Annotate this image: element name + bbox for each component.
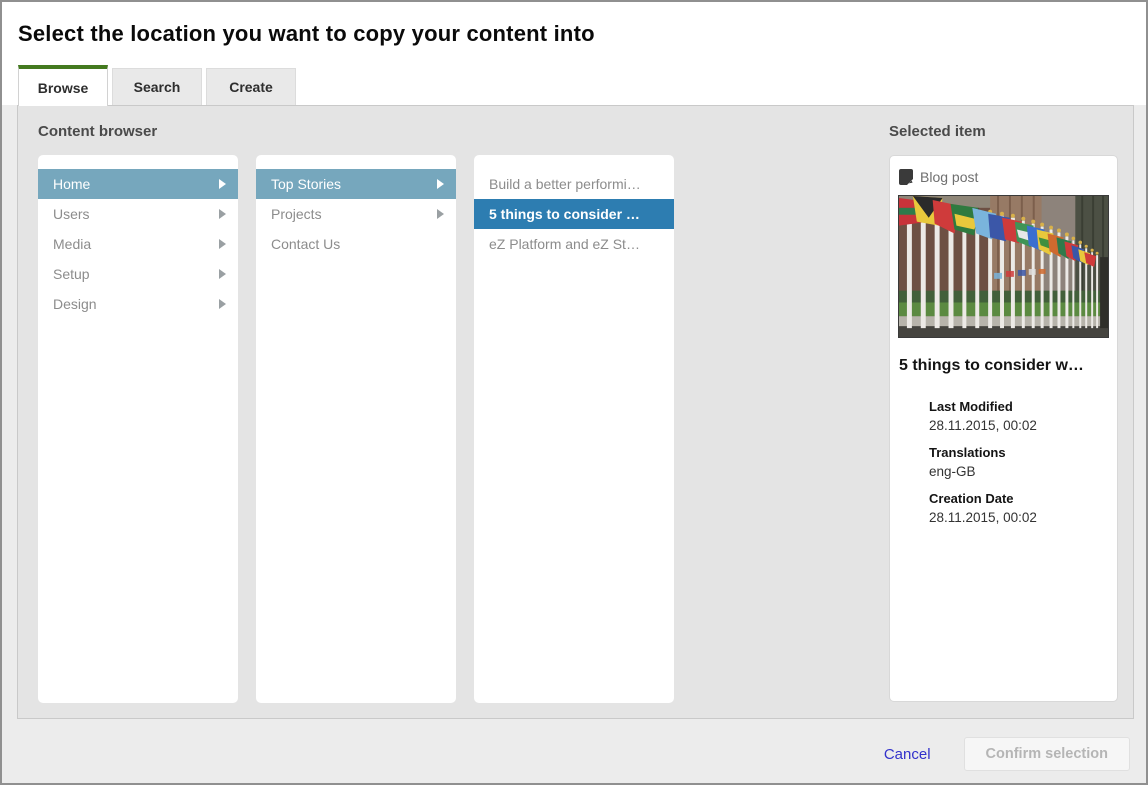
content-browser-heading: Content browser bbox=[38, 123, 157, 140]
field-value: eng-GB bbox=[929, 464, 1117, 479]
chevron-right-icon bbox=[219, 179, 226, 189]
field-value: 28.11.2015, 00:02 bbox=[929, 510, 1117, 525]
browser-column-2: Top StoriesProjectsContact Us bbox=[256, 155, 456, 703]
list-item-label: Design bbox=[53, 289, 219, 319]
page-title: Select the location you want to copy you… bbox=[18, 21, 595, 47]
preview-image-flags bbox=[898, 195, 1109, 338]
chevron-right-icon bbox=[437, 209, 444, 219]
list-item-label: Media bbox=[53, 229, 219, 259]
list-item[interactable]: Users bbox=[38, 199, 238, 229]
selected-item-heading: Selected item bbox=[889, 123, 986, 140]
content-browser-panel: Content browser HomeUsersMediaSetupDesig… bbox=[17, 105, 1134, 719]
field-label: Last Modified bbox=[929, 399, 1117, 414]
list-item[interactable]: Projects bbox=[256, 199, 456, 229]
list-item-label: Home bbox=[53, 169, 219, 199]
chevron-right-icon bbox=[219, 269, 226, 279]
list-item-label: Setup bbox=[53, 259, 219, 289]
list-item-label: Contact Us bbox=[271, 229, 444, 259]
list-item[interactable]: Contact Us bbox=[256, 229, 456, 259]
browser-columns: HomeUsersMediaSetupDesignTop StoriesProj… bbox=[38, 155, 692, 703]
list-item[interactable]: Setup bbox=[38, 259, 238, 289]
list-item[interactable]: Home bbox=[38, 169, 238, 199]
browser-column-3: Build a better performi…5 things to cons… bbox=[474, 155, 674, 703]
tab-browse[interactable]: Browse bbox=[18, 65, 108, 106]
tab-search[interactable]: Search bbox=[112, 68, 202, 105]
selected-item-fields: Last Modified 28.11.2015, 00:02 Translatio… bbox=[890, 381, 1117, 525]
copy-location-dialog: { "header": { "title": "Select the locat… bbox=[0, 0, 1148, 785]
chevron-right-icon bbox=[219, 209, 226, 219]
field-value: 28.11.2015, 00:02 bbox=[929, 418, 1117, 433]
dialog-header: Select the location you want to copy you… bbox=[2, 2, 1146, 105]
confirm-selection-button[interactable]: Confirm selection bbox=[964, 737, 1130, 771]
list-item[interactable]: Media bbox=[38, 229, 238, 259]
content-type-row: Blog post bbox=[890, 156, 1117, 195]
list-item-label: Projects bbox=[271, 199, 437, 229]
list-item[interactable]: Top Stories bbox=[256, 169, 456, 199]
document-icon bbox=[899, 169, 913, 185]
list-item[interactable]: Design bbox=[38, 289, 238, 319]
field-label: Translations bbox=[929, 445, 1117, 460]
chevron-right-icon bbox=[437, 179, 444, 189]
content-type-label: Blog post bbox=[920, 169, 978, 185]
list-item-label: Users bbox=[53, 199, 219, 229]
selected-item-title: 5 things to consider w… bbox=[890, 338, 1117, 381]
tab-create[interactable]: Create bbox=[206, 68, 296, 105]
list-item[interactable]: eZ Platform and eZ St… bbox=[474, 229, 674, 259]
dialog-footer: Cancel Confirm selection bbox=[884, 736, 1130, 772]
tab-bar: Browse Search Create bbox=[18, 65, 300, 105]
list-item-label: Top Stories bbox=[271, 169, 437, 199]
list-item[interactable]: 5 things to consider … bbox=[474, 199, 674, 229]
cancel-button[interactable]: Cancel bbox=[884, 746, 931, 763]
list-item-label: 5 things to consider … bbox=[489, 199, 662, 229]
chevron-right-icon bbox=[219, 299, 226, 309]
list-item-label: Build a better performi… bbox=[489, 169, 662, 199]
selected-item-panel: Blog post bbox=[889, 155, 1118, 702]
browser-column-1: HomeUsersMediaSetupDesign bbox=[38, 155, 238, 703]
list-item-label: eZ Platform and eZ St… bbox=[489, 229, 662, 259]
field-label: Creation Date bbox=[929, 491, 1117, 506]
chevron-right-icon bbox=[219, 239, 226, 249]
list-item[interactable]: Build a better performi… bbox=[474, 169, 674, 199]
